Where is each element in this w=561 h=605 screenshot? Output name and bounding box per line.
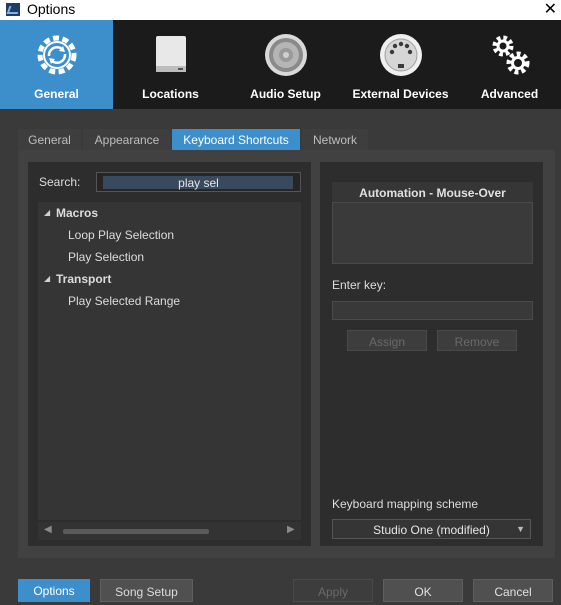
apply-button[interactable]: Apply (293, 579, 373, 602)
assign-button[interactable]: Assign (347, 330, 427, 351)
search-input[interactable]: play sel (96, 172, 301, 192)
midi-port-icon (379, 34, 422, 76)
category-bar: General Locations Audio Setup External D… (0, 20, 561, 109)
tab-appearance[interactable]: Appearance (83, 129, 171, 151)
horizontal-scrollbar[interactable]: ◀ ▶ (38, 522, 301, 540)
command-name-header: Automation - Mouse-Over (332, 182, 533, 202)
enter-key-label: Enter key: (332, 278, 387, 292)
chevron-down-icon: ▼ (516, 524, 525, 534)
ok-button[interactable]: OK (383, 579, 463, 602)
search-label: Search: (39, 175, 81, 189)
category-audio-setup[interactable]: Audio Setup (228, 20, 343, 109)
category-label: General (34, 87, 79, 101)
command-tree: ◢ Macros Loop Play Selection Play Select… (38, 202, 301, 520)
tree-item-play-selected-range[interactable]: Play Selected Range (68, 294, 180, 308)
tree-group-transport[interactable]: Transport (56, 272, 111, 286)
tab-network[interactable]: Network (302, 129, 368, 151)
category-general[interactable]: General (0, 20, 113, 109)
category-label: External Devices (352, 87, 449, 101)
gear-refresh-icon (37, 35, 76, 75)
drive-icon (155, 36, 186, 72)
window-title: Options (27, 1, 76, 17)
speaker-icon (264, 34, 307, 76)
tab-keyboard-shortcuts[interactable]: Keyboard Shortcuts (172, 129, 300, 151)
category-label: Advanced (480, 87, 539, 101)
scroll-left-icon[interactable]: ◀ (44, 524, 52, 535)
app-icon (6, 3, 20, 16)
category-locations[interactable]: Locations (113, 20, 228, 109)
song-setup-button[interactable]: Song Setup (100, 579, 193, 602)
mapping-scheme-label: Keyboard mapping scheme (332, 497, 479, 511)
scroll-right-icon[interactable]: ▶ (287, 524, 295, 535)
assigned-keys-list[interactable] (332, 202, 533, 264)
category-label: Audio Setup (250, 87, 321, 101)
cancel-button[interactable]: Cancel (473, 579, 553, 602)
title-bar: Options ✕ (0, 0, 561, 20)
mapping-scheme-value: Studio One (modified) (373, 523, 490, 537)
tree-item-play-selection[interactable]: Play Selection (68, 250, 144, 264)
remove-button[interactable]: Remove (437, 330, 517, 351)
expand-arrow-icon[interactable]: ◢ (44, 274, 50, 283)
scroll-thumb[interactable] (63, 529, 209, 534)
expand-arrow-icon[interactable]: ◢ (44, 208, 50, 217)
tab-general[interactable]: General (18, 129, 81, 151)
gears-icon (492, 35, 529, 75)
close-button[interactable]: ✕ (544, 0, 557, 19)
tree-item-loop-play-selection[interactable]: Loop Play Selection (68, 228, 174, 242)
category-label: Locations (142, 87, 199, 101)
category-advanced[interactable]: Advanced (458, 20, 561, 109)
tree-group-macros[interactable]: Macros (56, 206, 98, 220)
enter-key-input[interactable] (332, 301, 533, 320)
category-external-devices[interactable]: External Devices (343, 20, 458, 109)
search-value: play sel (178, 176, 219, 190)
options-button[interactable]: Options (18, 579, 90, 602)
mapping-scheme-select[interactable]: Studio One (modified) ▼ (332, 519, 531, 539)
